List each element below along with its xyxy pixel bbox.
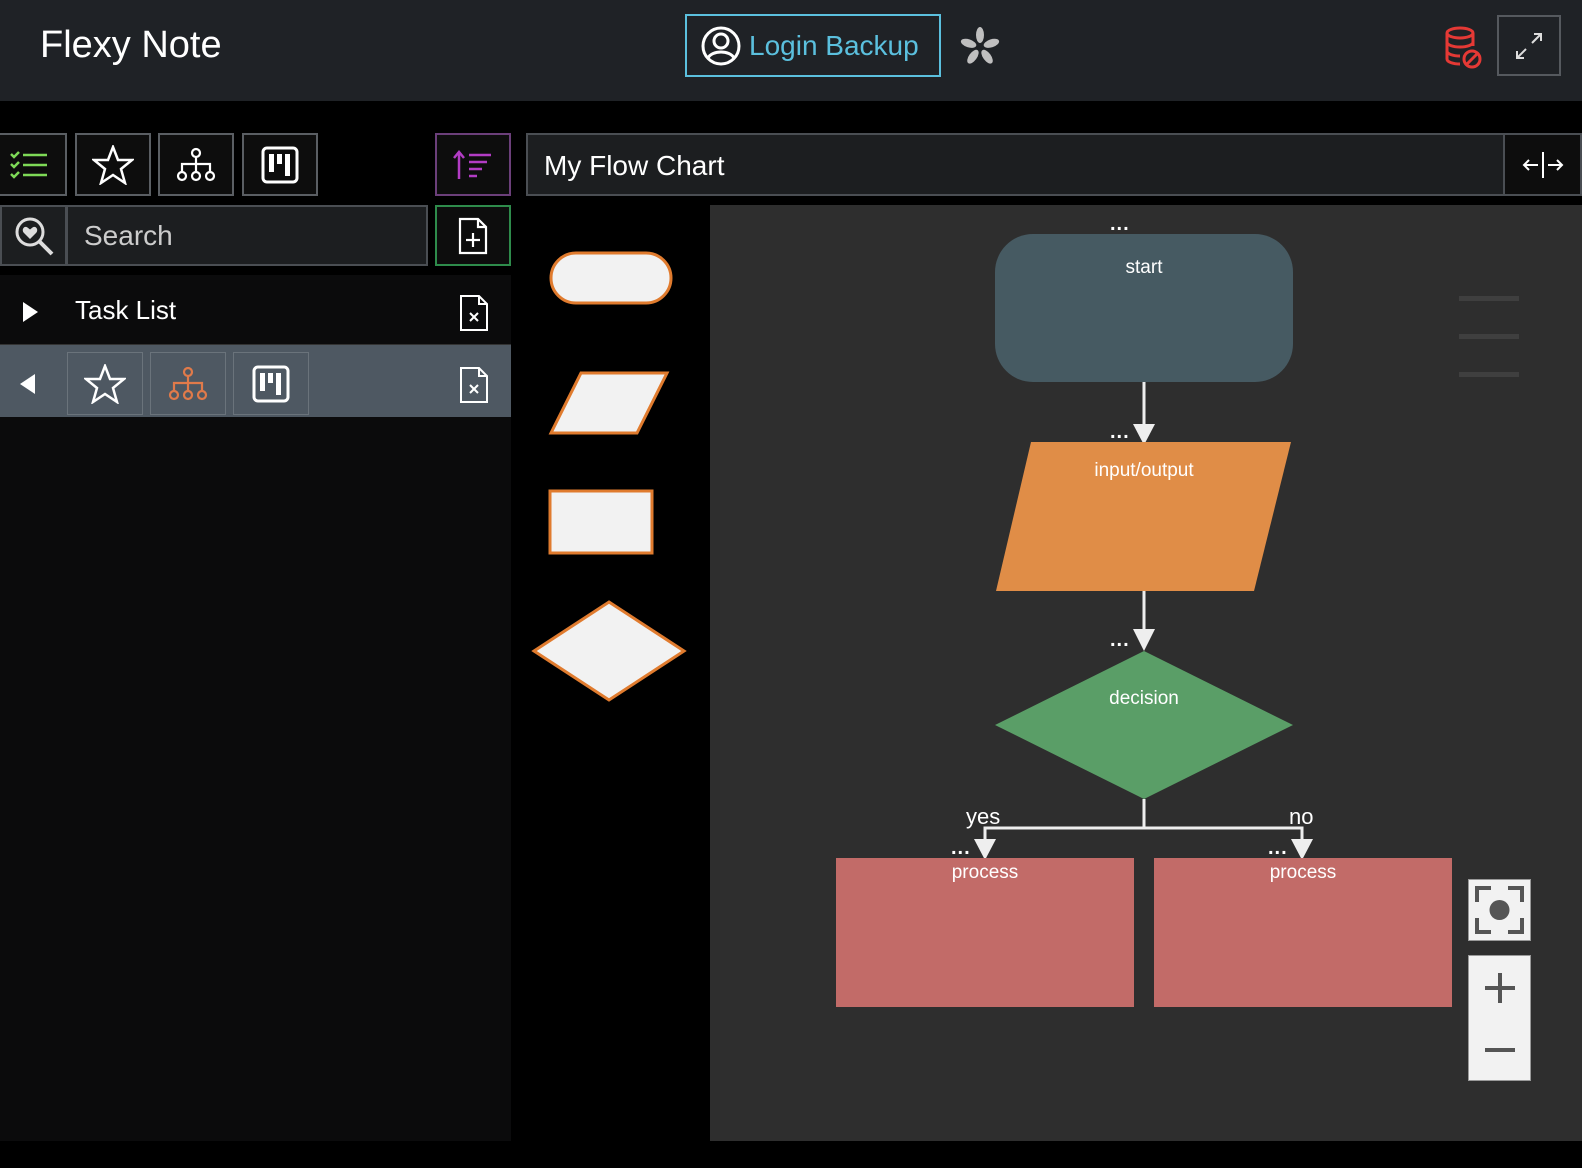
decision-shape[interactable]: [531, 599, 687, 703]
user-circle-icon: [701, 26, 741, 65]
sort-button[interactable]: [435, 133, 511, 196]
node-handle-ellipsis[interactable]: ...: [1110, 629, 1130, 652]
document-title[interactable]: My Flow Chart: [526, 133, 1506, 196]
focus-icon: [1475, 886, 1524, 934]
edge-label-yes: yes: [966, 804, 1001, 829]
process-shape[interactable]: [548, 489, 654, 555]
list-item-selected[interactable]: [0, 345, 511, 417]
minus-icon: [1484, 1048, 1515, 1052]
note-list: Task List: [0, 275, 511, 1141]
node-process-no-label: process: [1269, 862, 1337, 883]
split-arrows-icon: [1522, 151, 1563, 178]
node-decision-label: decision: [1109, 688, 1179, 709]
zoom-in-button[interactable]: [1469, 956, 1530, 1019]
node-handle-ellipsis[interactable]: ...: [1268, 837, 1288, 860]
file-plus-icon: [458, 217, 488, 254]
add-note-button[interactable]: [435, 205, 511, 266]
flowchart-svg: [836, 234, 1452, 1007]
expand-icon: [1516, 32, 1542, 59]
shape-palette: [526, 205, 710, 1141]
zoom-controls: [1468, 955, 1531, 1081]
app-header: Flexy Note Login Backup: [0, 0, 1582, 101]
hierarchy-icon: [176, 147, 216, 181]
list-item-task-list[interactable]: Task List: [0, 275, 511, 345]
edge-label-no: no: [1289, 804, 1314, 829]
plus-icon: [1484, 972, 1515, 1003]
zoom-out-button[interactable]: [1469, 1019, 1530, 1081]
kanban-view-button[interactable]: [242, 133, 318, 196]
fit-view-button[interactable]: [1468, 879, 1531, 941]
flowchart-canvas[interactable]: ... ... ... ... ... start input/output d…: [710, 205, 1582, 1141]
task-list-view-button[interactable]: [0, 133, 67, 196]
hierarchy-icon: [168, 366, 208, 400]
terminal-shape[interactable]: [548, 250, 674, 306]
favorites-view-button[interactable]: [75, 133, 151, 196]
node-handle-ellipsis[interactable]: ...: [1110, 213, 1130, 236]
node-decision: [995, 651, 1293, 799]
search-input[interactable]: [66, 205, 428, 266]
kanban-icon: [261, 146, 299, 183]
arrowhead: [1133, 629, 1155, 651]
sort-icon: [453, 149, 491, 179]
login-backup-button[interactable]: Login Backup: [685, 14, 941, 77]
node-start-label: start: [1125, 257, 1163, 278]
row-hierarchy-button[interactable]: [150, 352, 226, 415]
hierarchy-view-button[interactable]: [158, 133, 234, 196]
app-title: Flexy Note: [40, 24, 222, 66]
caret-right-icon[interactable]: [20, 301, 40, 323]
node-handle-ellipsis[interactable]: ...: [951, 837, 971, 860]
row-favorite-button[interactable]: [67, 352, 143, 415]
arrowhead: [1133, 424, 1155, 445]
list-item-label: Task List: [75, 295, 177, 325]
database-offline-icon[interactable]: [1443, 26, 1483, 70]
node-process-yes-label: process: [951, 862, 1019, 883]
edge-yes: [983, 799, 1146, 841]
star-icon: [84, 363, 126, 404]
fullscreen-button[interactable]: [1497, 15, 1561, 76]
input-output-shape[interactable]: [548, 370, 670, 436]
node-handle-ellipsis[interactable]: ...: [1110, 421, 1130, 444]
kanban-icon: [252, 365, 290, 402]
row-kanban-button[interactable]: [233, 352, 309, 415]
spinner-icon: [960, 27, 1000, 64]
caret-left-icon[interactable]: [18, 373, 38, 395]
split-view-button[interactable]: [1503, 133, 1582, 196]
login-backup-label: Login Backup: [749, 29, 919, 61]
search-icon-box: [0, 205, 67, 266]
arrowhead: [974, 839, 996, 860]
delete-file-icon[interactable]: [458, 365, 490, 405]
delete-file-icon[interactable]: [458, 293, 490, 333]
search-heart-icon: [15, 217, 53, 255]
star-icon: [92, 144, 134, 185]
task-list-icon: [10, 150, 47, 179]
node-io-label: input/output: [1094, 460, 1194, 481]
arrowhead: [1291, 839, 1313, 860]
